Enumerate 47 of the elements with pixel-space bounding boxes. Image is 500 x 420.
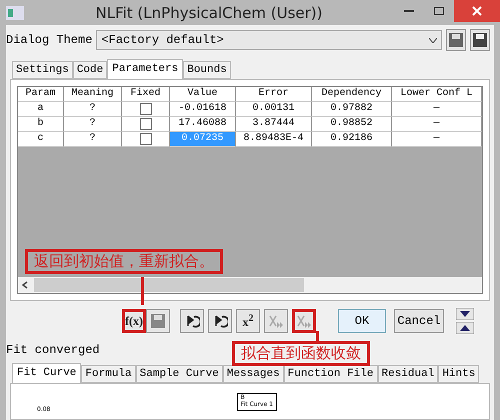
theme-label: Dialog Theme <box>6 33 92 47</box>
undo-s-button[interactable] <box>208 309 232 333</box>
fixed-checkbox[interactable] <box>140 133 152 145</box>
undo-button[interactable] <box>180 309 204 333</box>
table-cell: ? <box>64 132 122 147</box>
fixed-checkbox[interactable] <box>140 118 152 130</box>
step-icon <box>296 314 312 328</box>
chi-button[interactable]: x$^{2}$ <box>236 309 260 333</box>
table-cell: 8.89483E-4 <box>236 132 312 147</box>
close-button[interactable] <box>454 0 500 22</box>
close-icon <box>472 6 482 16</box>
table-cell: 0.92186 <box>312 132 392 147</box>
leader-line <box>141 277 144 305</box>
app-icon <box>6 6 24 20</box>
tab[interactable]: Formula <box>81 365 136 383</box>
save-as-button[interactable] <box>470 29 490 51</box>
tab[interactable]: Bounds <box>183 61 231 79</box>
annotation-callout: 拟合直到函数收敛 <box>232 341 370 366</box>
down-arrow-icon[interactable] <box>456 308 474 320</box>
chevron-down-icon <box>429 38 437 42</box>
fx-button[interactable]: f(x) <box>122 309 146 333</box>
status-text: Fit converged <box>6 343 100 357</box>
tab[interactable]: Residual <box>378 365 438 383</box>
window-title: NLFit (LnPhysicalChem (User)) <box>94 4 324 22</box>
tab[interactable]: Sample Curve <box>136 365 223 383</box>
save-button[interactable] <box>446 29 466 51</box>
tab[interactable]: Settings <box>12 61 73 79</box>
up-arrow-icon[interactable] <box>456 322 474 334</box>
tab[interactable]: Function File <box>284 365 378 383</box>
tab[interactable]: Hints <box>438 365 480 383</box>
annotation-callout: 返回到初始值，重新拟合。 <box>25 249 223 274</box>
maximize-icon <box>434 7 444 15</box>
table-cell: 0.07235 <box>170 132 236 147</box>
ok-button[interactable]: OK <box>338 309 386 333</box>
tab[interactable]: Parameters <box>107 59 184 79</box>
theme-dropdown[interactable]: <Factory default> <box>96 30 442 50</box>
minimize-icon <box>404 10 414 12</box>
table-cell: c <box>18 132 64 147</box>
tab[interactable]: Messages <box>222 365 284 383</box>
step-icon <box>268 314 284 328</box>
fixed-checkbox[interactable] <box>140 103 152 115</box>
cancel-button[interactable]: Cancel <box>394 309 444 333</box>
save-icon <box>150 313 166 329</box>
tab[interactable]: Fit Curve <box>12 363 82 383</box>
horizontal-scrollbar[interactable] <box>18 277 482 293</box>
tab[interactable]: Code <box>72 61 108 79</box>
table-cell: — <box>392 132 482 147</box>
